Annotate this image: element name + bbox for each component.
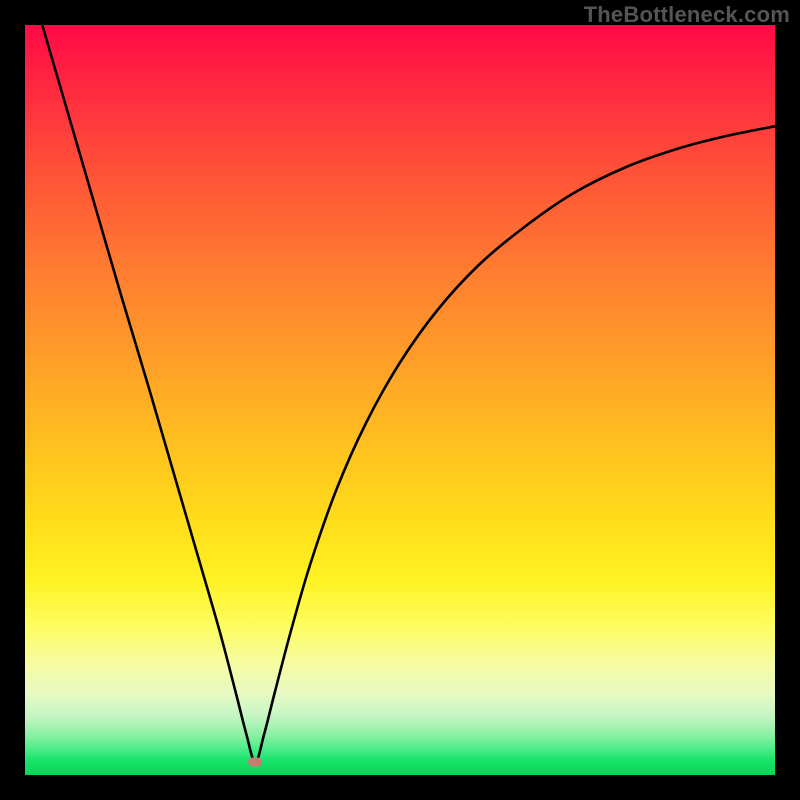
chart-curve-svg — [25, 25, 775, 775]
chart-container: TheBottleneck.com — [0, 0, 800, 800]
chart-plot-area — [25, 25, 775, 775]
watermark-text: TheBottleneck.com — [584, 2, 790, 28]
chart-curve — [42, 25, 775, 762]
chart-min-marker — [248, 758, 262, 767]
